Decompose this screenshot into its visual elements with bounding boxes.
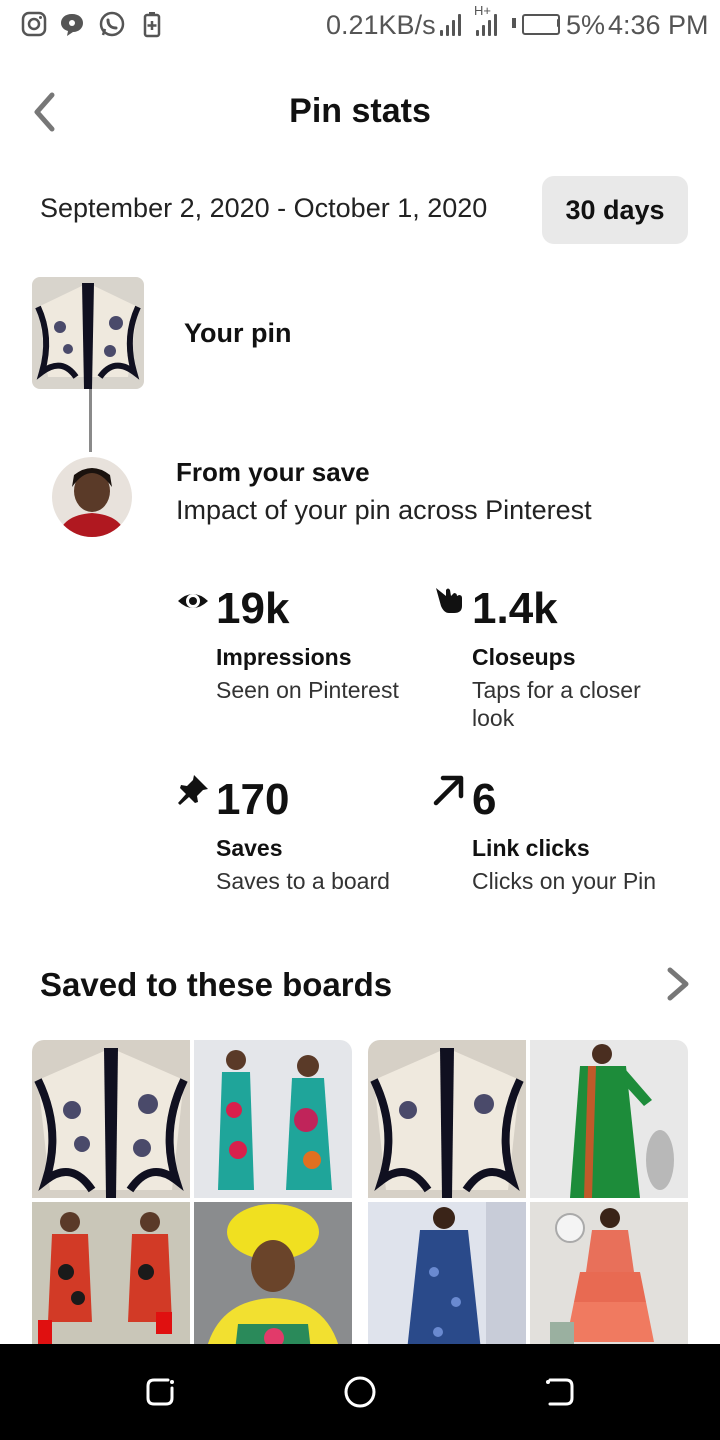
battery-icon — [522, 14, 560, 35]
stat-description: Taps for a closer look — [472, 677, 641, 731]
page-title: Pin stats — [289, 92, 431, 130]
stat-label: Saves — [216, 835, 283, 861]
pin-image — [32, 277, 144, 389]
system-nav-bar — [0, 1344, 720, 1440]
stat-value: 170 — [216, 775, 290, 824]
stat-description: Saves to a board — [216, 868, 390, 894]
battery-saver-icon — [143, 12, 161, 38]
stat-description: Clicks on your Pin — [472, 868, 657, 894]
board-thumbnail — [368, 1202, 526, 1360]
save-title: From your save — [176, 457, 370, 487]
chevron-right-icon — [667, 967, 689, 1001]
back-nav-icon[interactable] — [538, 1370, 582, 1414]
battery-indicator-mark — [512, 18, 516, 28]
network-speed: 0.21KB/s — [326, 10, 436, 40]
boards-title: Saved to these boards — [40, 966, 393, 1003]
instagram-icon — [21, 11, 47, 37]
signal-icon-2 — [476, 12, 504, 36]
your-pin-label: Your pin — [184, 318, 292, 348]
pin-icon — [178, 775, 208, 805]
status-bar: 0.21KB/s H+ 5% 4:36 PM — [0, 0, 720, 50]
eye-icon — [178, 594, 208, 608]
board-card[interactable] — [32, 1040, 352, 1360]
message-bubble-icon — [61, 14, 83, 36]
battery-percent: 5% — [566, 10, 606, 40]
home-icon[interactable] — [338, 1370, 382, 1414]
connector-line — [89, 389, 92, 452]
tap-hand-icon — [436, 588, 462, 613]
date-range: September 2, 2020 - October 1, 2020 — [40, 193, 488, 223]
avatar[interactable] — [52, 457, 132, 537]
board-thumbnail — [32, 1202, 190, 1360]
board-thumbnail — [368, 1040, 526, 1198]
stat-label: Link clicks — [472, 835, 590, 861]
period-button[interactable]: 30 days — [542, 176, 688, 244]
arrow-up-right-icon — [433, 775, 464, 806]
stat-description: Seen on Pinterest — [216, 677, 399, 703]
pin-thumbnail[interactable] — [32, 277, 144, 389]
avatar-image — [52, 457, 132, 537]
board-card[interactable] — [368, 1040, 688, 1360]
clock: 4:36 PM — [608, 10, 709, 40]
stat-value: 1.4k — [472, 584, 558, 633]
battery-tip — [557, 19, 560, 27]
stat-label: Closeups — [472, 644, 576, 670]
whatsapp-icon — [99, 11, 125, 37]
stat-value: 19k — [216, 584, 290, 633]
boards-more-button[interactable] — [662, 962, 694, 1006]
board-thumbnail — [530, 1202, 688, 1360]
board-thumbnail — [194, 1202, 352, 1360]
stat-label: Impressions — [216, 644, 352, 670]
board-thumbnail — [194, 1040, 352, 1198]
save-subtitle: Impact of your pin across Pinterest — [176, 495, 592, 525]
recents-icon[interactable] — [138, 1370, 182, 1414]
signal-icon — [440, 12, 468, 36]
board-thumbnail — [530, 1040, 688, 1198]
stat-value: 6 — [472, 775, 497, 824]
board-thumbnail — [32, 1040, 190, 1198]
